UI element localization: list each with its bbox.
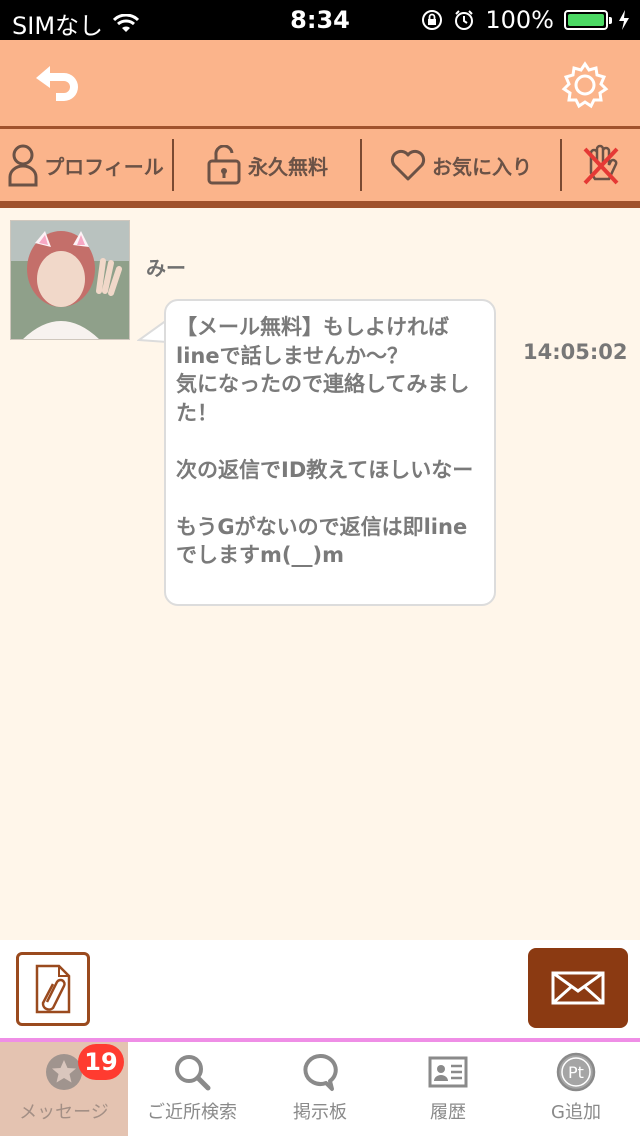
tabbar-item-history[interactable]: 履歴 bbox=[384, 1042, 512, 1136]
carrier-label: SIMなし bbox=[12, 12, 104, 40]
status-bar: SIMなし 8:34 100% bbox=[0, 0, 640, 40]
attachment-icon bbox=[35, 964, 71, 1014]
unlock-icon bbox=[207, 145, 241, 185]
gear-icon[interactable] bbox=[560, 60, 610, 110]
tab-free-forever[interactable]: 永久無料 bbox=[174, 129, 360, 201]
battery-percent: 100% bbox=[485, 6, 554, 34]
alarm-icon bbox=[455, 10, 474, 30]
sender-name: みー bbox=[146, 256, 186, 280]
tab-free-forever-label: 永久無料 bbox=[248, 154, 328, 179]
bubble-tail bbox=[137, 319, 167, 343]
tabbar-item-add-points[interactable]: Pt G追加 bbox=[512, 1042, 640, 1136]
tabbar-label: G追加 bbox=[551, 1102, 601, 1123]
chat-bubble-icon bbox=[303, 1054, 338, 1091]
block-hand-icon bbox=[583, 144, 619, 185]
tab-bar: メッセージ 19 ご近所検索 掲示板 履歴 Pt G追加 bbox=[0, 1042, 640, 1136]
tabbar-label: ご近所検索 bbox=[147, 1102, 237, 1123]
back-arrow-icon[interactable] bbox=[30, 60, 86, 108]
tabbar-item-messages[interactable]: メッセージ 19 bbox=[0, 1042, 128, 1136]
heart-icon bbox=[390, 149, 426, 181]
points-icon: Pt bbox=[556, 1052, 596, 1092]
tab-favorite[interactable]: お気に入り bbox=[362, 129, 560, 201]
message-timestamp: 14:05:02 bbox=[523, 340, 628, 364]
battery-icon bbox=[564, 10, 612, 30]
tabbar-label: 掲示板 bbox=[293, 1102, 347, 1123]
search-icon bbox=[175, 1055, 211, 1091]
avatar[interactable] bbox=[10, 220, 130, 340]
attach-button[interactable] bbox=[16, 952, 90, 1026]
nav-bar bbox=[0, 40, 640, 129]
wifi-icon bbox=[113, 13, 140, 32]
rotation-lock-icon bbox=[422, 10, 443, 30]
action-toolbar: プロフィール 永久無料 お気に入り bbox=[0, 129, 640, 208]
tab-favorite-label: お気に入り bbox=[432, 154, 532, 179]
id-card-icon bbox=[428, 1056, 468, 1088]
tab-profile-label: プロフィール bbox=[44, 154, 164, 179]
envelope-icon bbox=[551, 971, 605, 1005]
tabbar-item-nearby-search[interactable]: ご近所検索 bbox=[128, 1042, 256, 1136]
svg-text:Pt: Pt bbox=[568, 1063, 584, 1082]
send-button[interactable] bbox=[528, 948, 628, 1028]
charging-icon bbox=[619, 10, 629, 30]
compose-bar bbox=[0, 940, 640, 1038]
message-bubble: 【メール無料】もしよければlineで話しませんか～？ 気になったので連絡してみま… bbox=[164, 299, 496, 606]
tab-profile[interactable]: プロフィール bbox=[0, 129, 172, 201]
unread-badge: 19 bbox=[78, 1044, 124, 1080]
avatar-photo bbox=[11, 221, 129, 339]
tabbar-label: メッセージ bbox=[19, 1102, 109, 1123]
block-button[interactable] bbox=[562, 129, 640, 201]
person-icon bbox=[8, 144, 38, 187]
tabbar-label: 履歴 bbox=[430, 1102, 466, 1123]
tabbar-item-bulletin-board[interactable]: 掲示板 bbox=[256, 1042, 384, 1136]
